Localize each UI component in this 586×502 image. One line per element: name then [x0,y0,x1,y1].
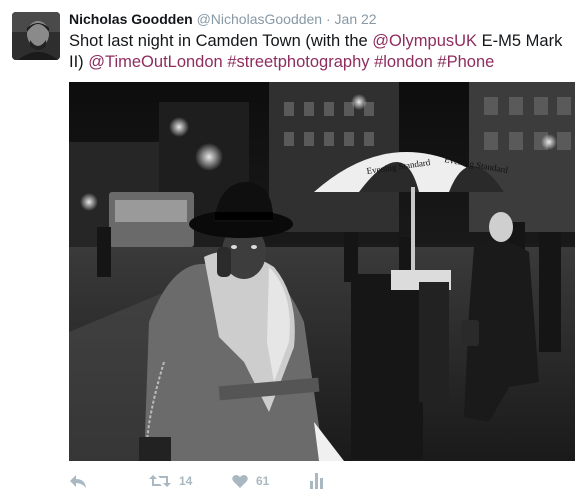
heart-icon [232,474,248,488]
like-count: 61 [256,474,270,488]
like-button[interactable]: 61 [232,470,269,492]
author-name[interactable]: Nicholas Goodden [69,11,193,27]
tweet-header: Nicholas Goodden @NicholasGoodden · Jan … [69,10,576,28]
tweet-photo[interactable]: Evening Standard Evening Standard [69,82,575,461]
timestamp[interactable]: Jan 22 [335,11,377,27]
avatar-image [12,12,60,60]
hashtag-london[interactable]: #london [374,53,433,71]
retweet-button[interactable]: 14 [149,470,192,492]
analytics-button[interactable] [310,470,324,492]
analytics-icon [310,473,323,489]
avatar[interactable] [12,12,60,60]
hashtag-streetphotography[interactable]: #streetphotography [227,53,369,71]
author-handle[interactable]: @NicholasGoodden [197,11,323,27]
separator-dot: · [325,11,331,27]
mention-olympusuk[interactable]: @OlympusUK [372,32,477,50]
reply-icon [70,475,86,488]
retweet-count: 14 [179,474,193,488]
tweet-text-part1: Shot last night in Camden Town (with the [69,32,373,50]
reply-button[interactable] [69,470,87,492]
mention-timeoutlondon[interactable]: @TimeOutLondon [88,53,222,71]
hashtag-phone[interactable]: #Phone [437,53,494,71]
retweet-icon [149,475,171,487]
street-photo-image: Evening Standard Evening Standard [69,82,575,461]
tweet-text: Shot last night in Camden Town (with the… [69,31,574,73]
